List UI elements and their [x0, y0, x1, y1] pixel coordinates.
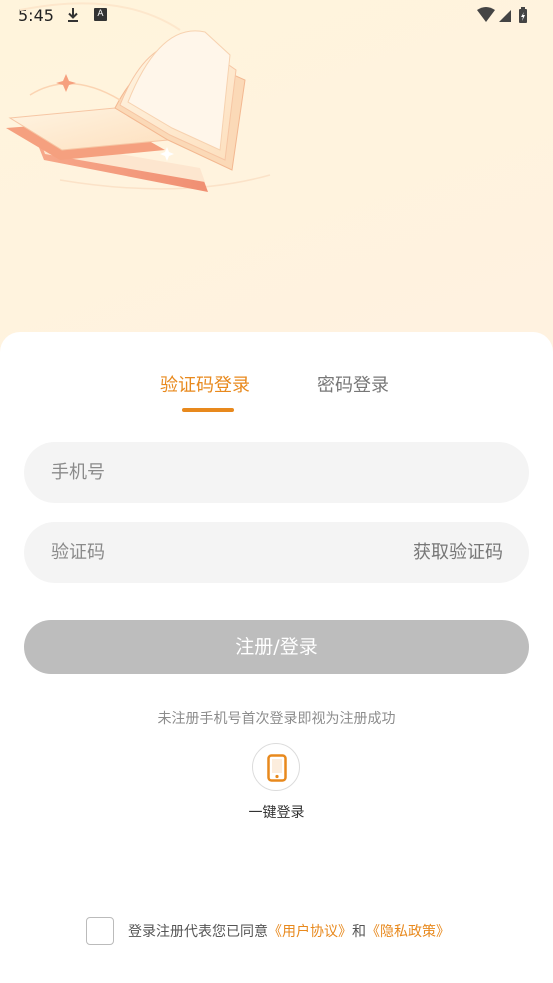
agreement-checkbox[interactable]	[86, 917, 114, 945]
code-field-container: 获取验证码	[24, 522, 529, 583]
one-key-login-label: 一键登录	[248, 805, 305, 821]
register-hint: 未注册手机号首次登录即视为注册成功	[157, 711, 396, 727]
tab-password-login[interactable]: 密码登录	[317, 373, 389, 399]
status-icons	[477, 7, 527, 23]
open-book-illustration	[6, 2, 271, 192]
phone-icon	[267, 754, 287, 782]
verification-code-input[interactable]	[51, 522, 381, 583]
get-code-button[interactable]: 获取验证码	[413, 522, 503, 583]
phone-input[interactable]	[51, 442, 501, 503]
one-key-login-button[interactable]	[252, 743, 300, 791]
user-agreement-link[interactable]: 《用户协议》	[268, 924, 352, 940]
privacy-policy-link[interactable]: 《隐私政策》	[366, 924, 450, 940]
tab-sms-login[interactable]: 验证码登录	[160, 373, 250, 399]
agreement-and: 和	[352, 924, 366, 940]
wifi-icon	[477, 7, 495, 22]
signal-icon	[499, 10, 511, 22]
tab-active-indicator	[182, 408, 234, 412]
register-login-button[interactable]: 注册/登录	[24, 620, 529, 674]
battery-icon	[519, 7, 527, 23]
agreement-text: 登录注册代表您已同意《用户协议》和《隐私政策》	[128, 921, 450, 941]
phone-field-container	[24, 442, 529, 503]
agreement-prefix: 登录注册代表您已同意	[128, 924, 268, 940]
